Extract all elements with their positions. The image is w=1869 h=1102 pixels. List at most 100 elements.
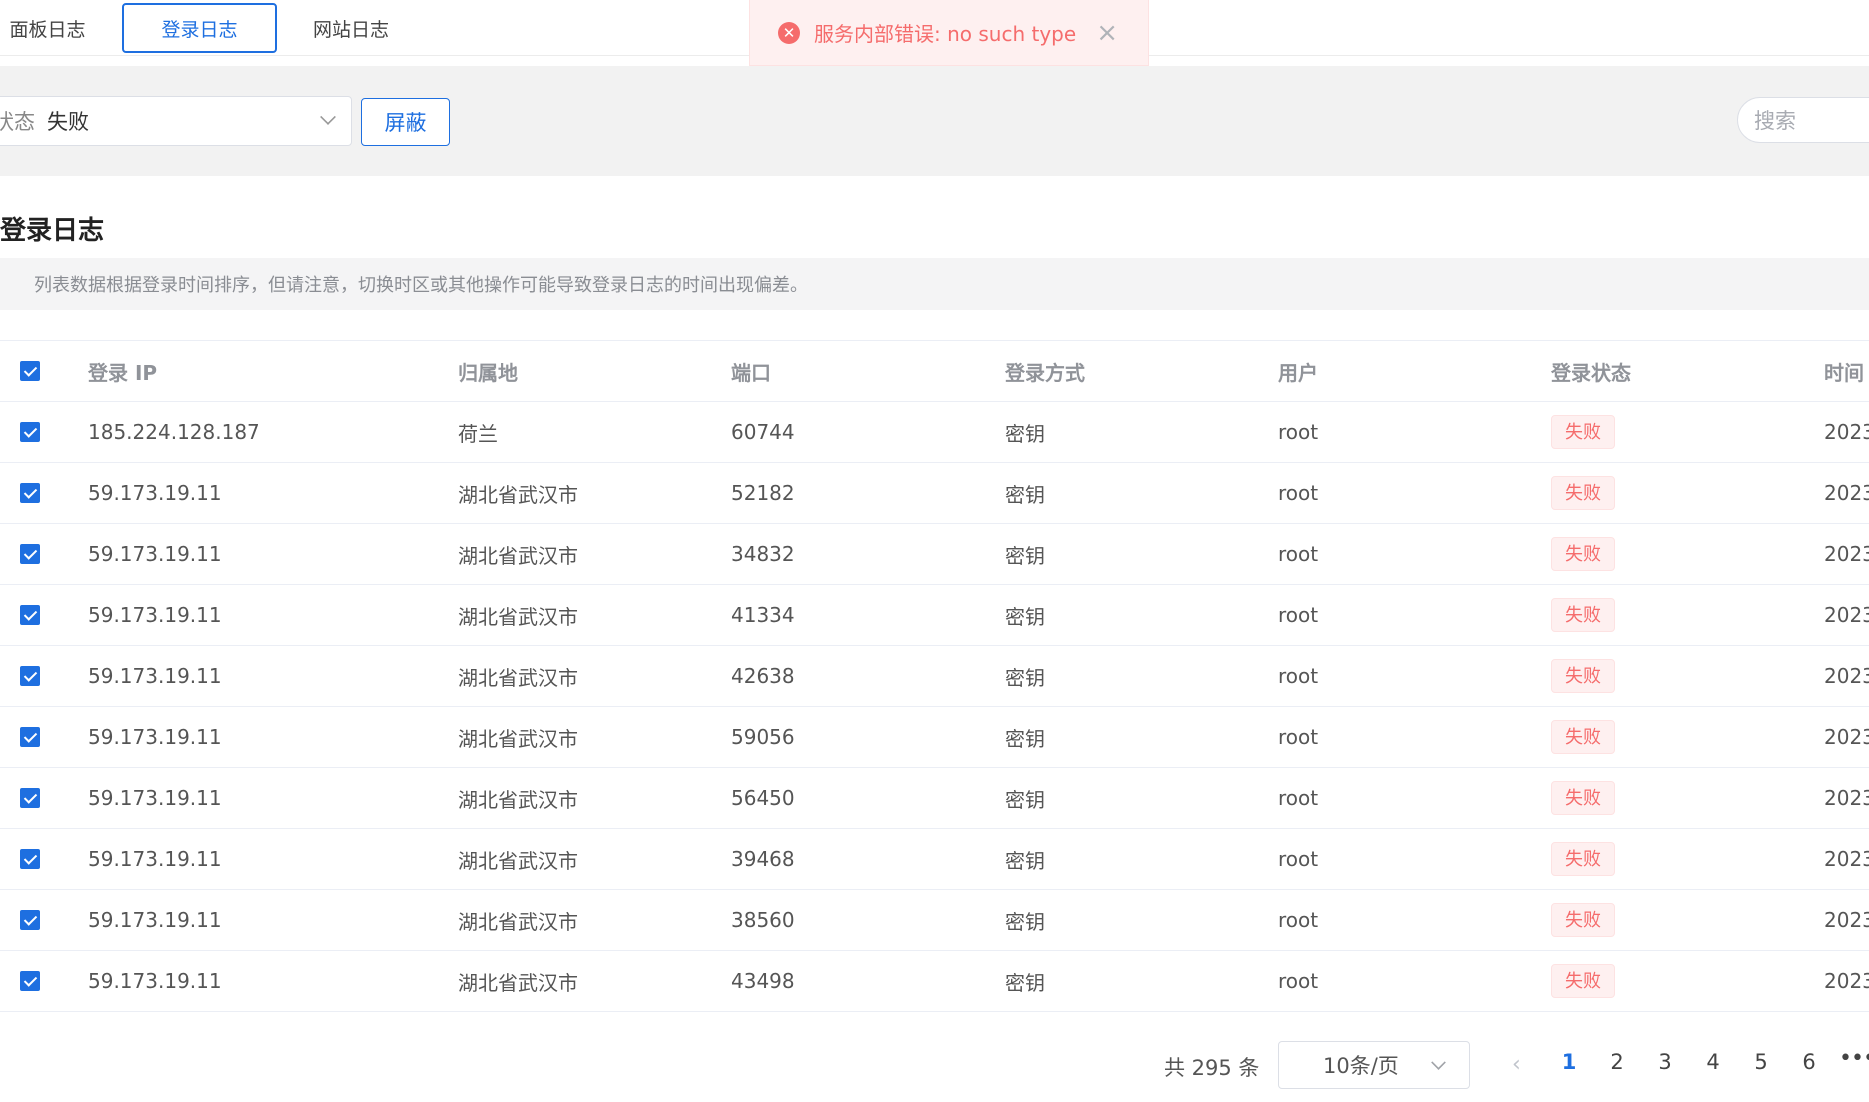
cell-location: 湖北省武汉市 (458, 584, 731, 646)
table-row: 59.173.19.11湖北省武汉市39468密钥root失败 2023 (0, 828, 1869, 890)
close-icon[interactable]: × (1096, 20, 1118, 46)
tab-website-log[interactable]: 网站日志 (295, 3, 407, 53)
status-select[interactable]: 状态 失败 (0, 96, 352, 146)
cell-ip: 59.173.19.11 (88, 645, 458, 707)
row-select-cell (0, 462, 88, 524)
cell-location: 荷兰 (458, 401, 731, 463)
table-header-row: 登录 IP 归属地 端口 登录方式 用户 登录状态 时间 (0, 340, 1869, 402)
cell-user: root (1278, 584, 1551, 646)
cell-port: 38560 (731, 889, 1005, 951)
page-number[interactable]: 2 (1602, 1050, 1632, 1074)
row-select-cell (0, 401, 88, 463)
chevron-down-icon (320, 109, 336, 125)
cell-port: 60744 (731, 401, 1005, 463)
status-badge: 失败 (1551, 598, 1615, 632)
cell-ip: 59.173.19.11 (88, 767, 458, 829)
row-checkbox[interactable] (20, 605, 40, 625)
column-header[interactable]: 端口 (731, 340, 1005, 402)
table-row: 59.173.19.11湖北省武汉市43498密钥root失败 2023 (0, 950, 1869, 1012)
row-checkbox[interactable] (20, 483, 40, 503)
cell-time: 2023 (1824, 523, 1869, 585)
row-checkbox[interactable] (20, 849, 40, 869)
cell-method: 密钥 (1005, 523, 1278, 585)
cell-method: 密钥 (1005, 584, 1278, 646)
status-badge: 失败 (1551, 781, 1615, 815)
cell-status: 失败 (1551, 584, 1824, 646)
cell-method: 密钥 (1005, 706, 1278, 768)
cell-method: 密钥 (1005, 828, 1278, 890)
shield-button[interactable]: 屏蔽 (361, 98, 450, 146)
error-message-text: 服务内部错误: no such type (814, 22, 1077, 46)
row-checkbox[interactable] (20, 727, 40, 747)
page-number[interactable]: 6 (1794, 1050, 1824, 1074)
cell-location: 湖北省武汉市 (458, 828, 731, 890)
cell-ip: 59.173.19.11 (88, 462, 458, 524)
page-number[interactable]: 3 (1650, 1050, 1680, 1074)
tab-panel-log[interactable]: 面板日志 (0, 3, 95, 53)
cell-time: 2023 (1824, 767, 1869, 829)
select-all-cell (0, 340, 88, 402)
status-select-prefix: 状态 (0, 110, 35, 134)
page-number[interactable]: 1 (1554, 1050, 1584, 1074)
cell-status: 失败 (1551, 828, 1824, 890)
cell-time: 2023 (1824, 950, 1869, 1012)
table-row: 59.173.19.11湖北省武汉市41334密钥root失败 2023 (0, 584, 1869, 646)
cell-status: 失败 (1551, 706, 1824, 768)
page-size-value: 10条/页 (1323, 1054, 1399, 1078)
prev-page-icon[interactable]: ‹ (1512, 1052, 1526, 1077)
cell-time: 2023 (1824, 889, 1869, 951)
page-size-select[interactable]: 10条/页 (1278, 1041, 1470, 1089)
cell-status: 失败 (1551, 889, 1824, 951)
row-select-cell (0, 584, 88, 646)
column-header[interactable]: 归属地 (458, 340, 731, 402)
cell-user: root (1278, 523, 1551, 585)
cell-ip: 59.173.19.11 (88, 889, 458, 951)
row-checkbox[interactable] (20, 788, 40, 808)
cell-user: root (1278, 889, 1551, 951)
cell-ip: 59.173.19.11 (88, 523, 458, 585)
cell-port: 59056 (731, 706, 1005, 768)
cell-status: 失败 (1551, 401, 1824, 463)
cell-port: 34832 (731, 523, 1005, 585)
select-all-checkbox[interactable] (20, 361, 40, 381)
search-input[interactable]: 搜索 (1737, 97, 1869, 143)
cell-ip: 185.224.128.187 (88, 401, 458, 463)
column-header[interactable]: 登录 IP (88, 340, 458, 402)
cell-method: 密钥 (1005, 889, 1278, 951)
tab-login-log[interactable]: 登录日志 (122, 3, 277, 53)
cell-time: 2023 (1824, 828, 1869, 890)
row-select-cell (0, 767, 88, 829)
notice-bar: 列表数据根据登录时间排序，但请注意，切换时区或其他操作可能导致登录日志的时间出现… (0, 258, 1869, 310)
row-select-cell (0, 828, 88, 890)
cell-method: 密钥 (1005, 401, 1278, 463)
cell-user: root (1278, 401, 1551, 463)
row-checkbox[interactable] (20, 422, 40, 442)
table-row: 59.173.19.11湖北省武汉市52182密钥root失败 2023 (0, 462, 1869, 524)
table-row: 59.173.19.11湖北省武汉市34832密钥root失败 2023 (0, 523, 1869, 585)
cell-location: 湖北省武汉市 (458, 767, 731, 829)
column-header[interactable]: 用户 (1278, 340, 1551, 402)
cell-user: root (1278, 645, 1551, 707)
page-number[interactable]: 4 (1698, 1050, 1728, 1074)
page-title: 登录日志 (0, 216, 105, 246)
status-badge: 失败 (1551, 964, 1615, 998)
page-number[interactable]: 5 (1746, 1050, 1776, 1074)
row-checkbox[interactable] (20, 544, 40, 564)
column-header[interactable]: 时间 (1824, 340, 1869, 402)
row-select-cell (0, 706, 88, 768)
cell-port: 43498 (731, 950, 1005, 1012)
more-pages-icon[interactable]: ••• (1839, 1046, 1869, 1071)
column-header[interactable]: 登录方式 (1005, 340, 1278, 402)
row-checkbox[interactable] (20, 666, 40, 686)
cell-ip: 59.173.19.11 (88, 828, 458, 890)
cell-method: 密钥 (1005, 950, 1278, 1012)
pagination-total: 共 295 条 (1164, 1056, 1260, 1080)
column-header[interactable]: 登录状态 (1551, 340, 1824, 402)
cell-method: 密钥 (1005, 645, 1278, 707)
row-checkbox[interactable] (20, 971, 40, 991)
cell-time: 2023 (1824, 706, 1869, 768)
cell-location: 湖北省武汉市 (458, 706, 731, 768)
cell-time: 2023 (1824, 584, 1869, 646)
row-checkbox[interactable] (20, 910, 40, 930)
table-row: 59.173.19.11湖北省武汉市42638密钥root失败 2023 (0, 645, 1869, 707)
